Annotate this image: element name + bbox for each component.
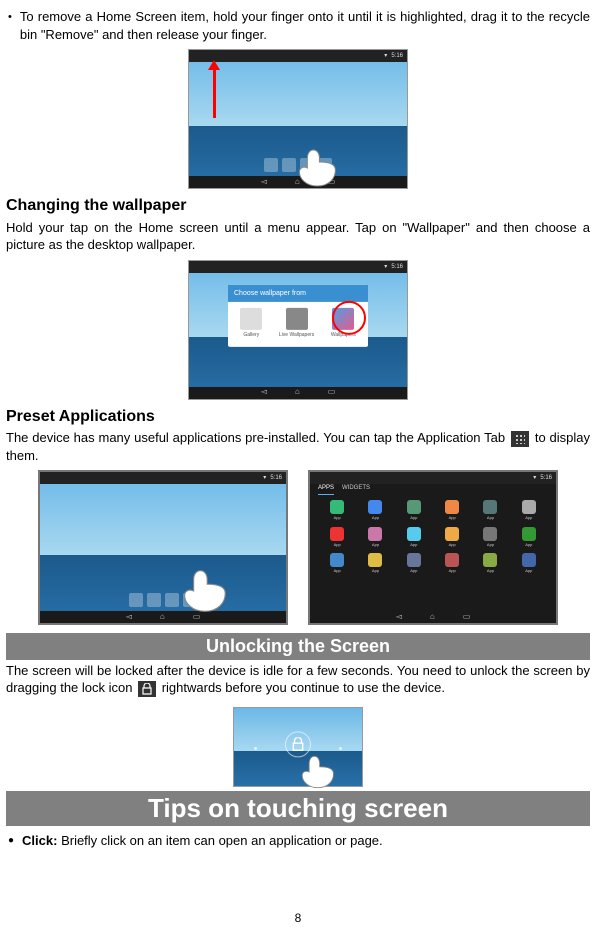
tip-click-text: Briefly click on an item can open an app… [57,833,382,848]
unlocking-text-after: rightwards before you continue to use th… [162,680,445,695]
home-screen-remove-screenshot: ▾ 5:16 ◅ ⌂ ▭ [188,49,408,189]
changing-wallpaper-text: Hold your tap on the Home screen until a… [6,219,590,254]
home-tap-apps-screenshot: ▾ 5:16 ◅ ⌂ ▭ [38,470,288,625]
wallpaper-option-gallery: Gallery [240,308,262,339]
gallery-icon [240,308,262,330]
tab-apps: APPS [318,484,334,494]
remove-item-instruction: • To remove a Home Screen item, hold you… [6,8,590,43]
app-item: App [358,553,392,573]
wallpaper-option-wallpapers: Wallpapers [331,308,356,339]
dock-icon [147,593,161,607]
lock-screen-screenshot [233,707,363,787]
preset-text-before: The device has many useful applications … [6,430,509,445]
apps-tab-icon [511,431,529,447]
wallpaper-dialog-screenshot: ▾ 5:16 Choose wallpaper from Gallery Liv… [188,260,408,400]
tablet-nav-bar: ◅ ⌂ ▭ [40,611,286,623]
status-time: 5:16 [270,474,282,482]
apps-tabs: APPS WIDGETS [318,484,370,494]
status-time: 5:16 [391,52,403,60]
lock-icon [138,681,156,697]
lock-dot-left [254,747,257,750]
app-item: App [320,527,354,547]
dock-icon [264,158,278,172]
preset-apps-text: The device has many useful applications … [6,429,590,464]
wifi-icon: ▾ [533,474,536,482]
option-label: Gallery [240,332,262,339]
tablet-nav-bar: ◅ ⌂ ▭ [310,611,556,623]
wifi-icon: ▾ [384,52,387,60]
live-wallpapers-icon [286,308,308,330]
dialog-title: Choose wallpaper from [228,285,368,302]
tip-text: Click: Briefly click on an item can open… [22,832,383,850]
app-item: App [473,527,507,547]
recent-icon: ▭ [463,612,471,623]
app-item: App [512,500,546,520]
app-item: App [358,500,392,520]
back-icon: ◅ [261,177,267,188]
app-item: App [435,500,469,520]
tablet-status-bar: ▾ 5:16 [310,472,556,484]
bullet-filled-icon: ● [8,834,14,850]
home-icon: ⌂ [430,612,435,623]
dock-icon [129,593,143,607]
option-label: Wallpapers [331,332,356,339]
lock-dot-right [339,747,342,750]
back-icon: ◅ [396,612,402,623]
tablet-nav-bar: ◅ ⌂ ▭ [189,387,407,399]
page-number: 8 [6,910,590,926]
back-icon: ◅ [261,387,267,398]
finger-cursor-icon [177,567,229,615]
apps-drawer-screenshot: ▾ 5:16 APPS WIDGETS App App App App App … [308,470,558,625]
tablet-status-bar: ▾ 5:16 [189,50,407,62]
app-item: App [397,553,431,573]
finger-cursor-icon [297,754,337,790]
app-item: App [320,500,354,520]
tip-click: ● Click: Briefly click on an item can op… [6,832,590,850]
home-icon: ⌂ [160,612,165,623]
unlocking-banner: Unlocking the Screen [6,633,590,659]
lock-icon [292,737,304,751]
tips-banner: Tips on touching screen [6,791,590,826]
preset-apps-heading: Preset Applications [6,406,590,428]
home-icon: ⌂ [295,387,300,398]
unlocking-text: The screen will be locked after the devi… [6,662,590,697]
tip-click-label: Click: [22,833,57,848]
wallpapers-icon [332,308,354,330]
changing-wallpaper-heading: Changing the wallpaper [6,195,590,217]
apps-grid: App App App App App App App App App App … [320,500,546,573]
finger-cursor-icon [293,148,339,188]
option-label: Live Wallpapers [279,332,314,339]
app-item: App [473,553,507,573]
remove-item-text: To remove a Home Screen item, hold your … [20,8,590,43]
app-item: App [320,553,354,573]
app-item: App [435,527,469,547]
app-item: App [512,527,546,547]
tablet-status-bar: ▾ 5:16 [189,261,407,273]
app-item: App [473,500,507,520]
app-item: App [397,500,431,520]
recent-icon: ▭ [328,387,336,398]
app-item: App [435,553,469,573]
wifi-icon: ▾ [384,263,387,271]
app-item: App [512,553,546,573]
choose-wallpaper-dialog: Choose wallpaper from Gallery Live Wallp… [228,285,368,347]
app-item: App [397,527,431,547]
tablet-status-bar: ▾ 5:16 [40,472,286,484]
wallpaper-option-live: Live Wallpapers [279,308,314,339]
back-icon: ◅ [126,612,132,623]
status-time: 5:16 [391,263,403,271]
bullet-dot: • [8,10,12,25]
red-up-arrow [213,68,216,118]
app-item: App [358,527,392,547]
status-time: 5:16 [540,474,552,482]
wifi-icon: ▾ [263,474,266,482]
tab-widgets: WIDGETS [342,484,370,494]
